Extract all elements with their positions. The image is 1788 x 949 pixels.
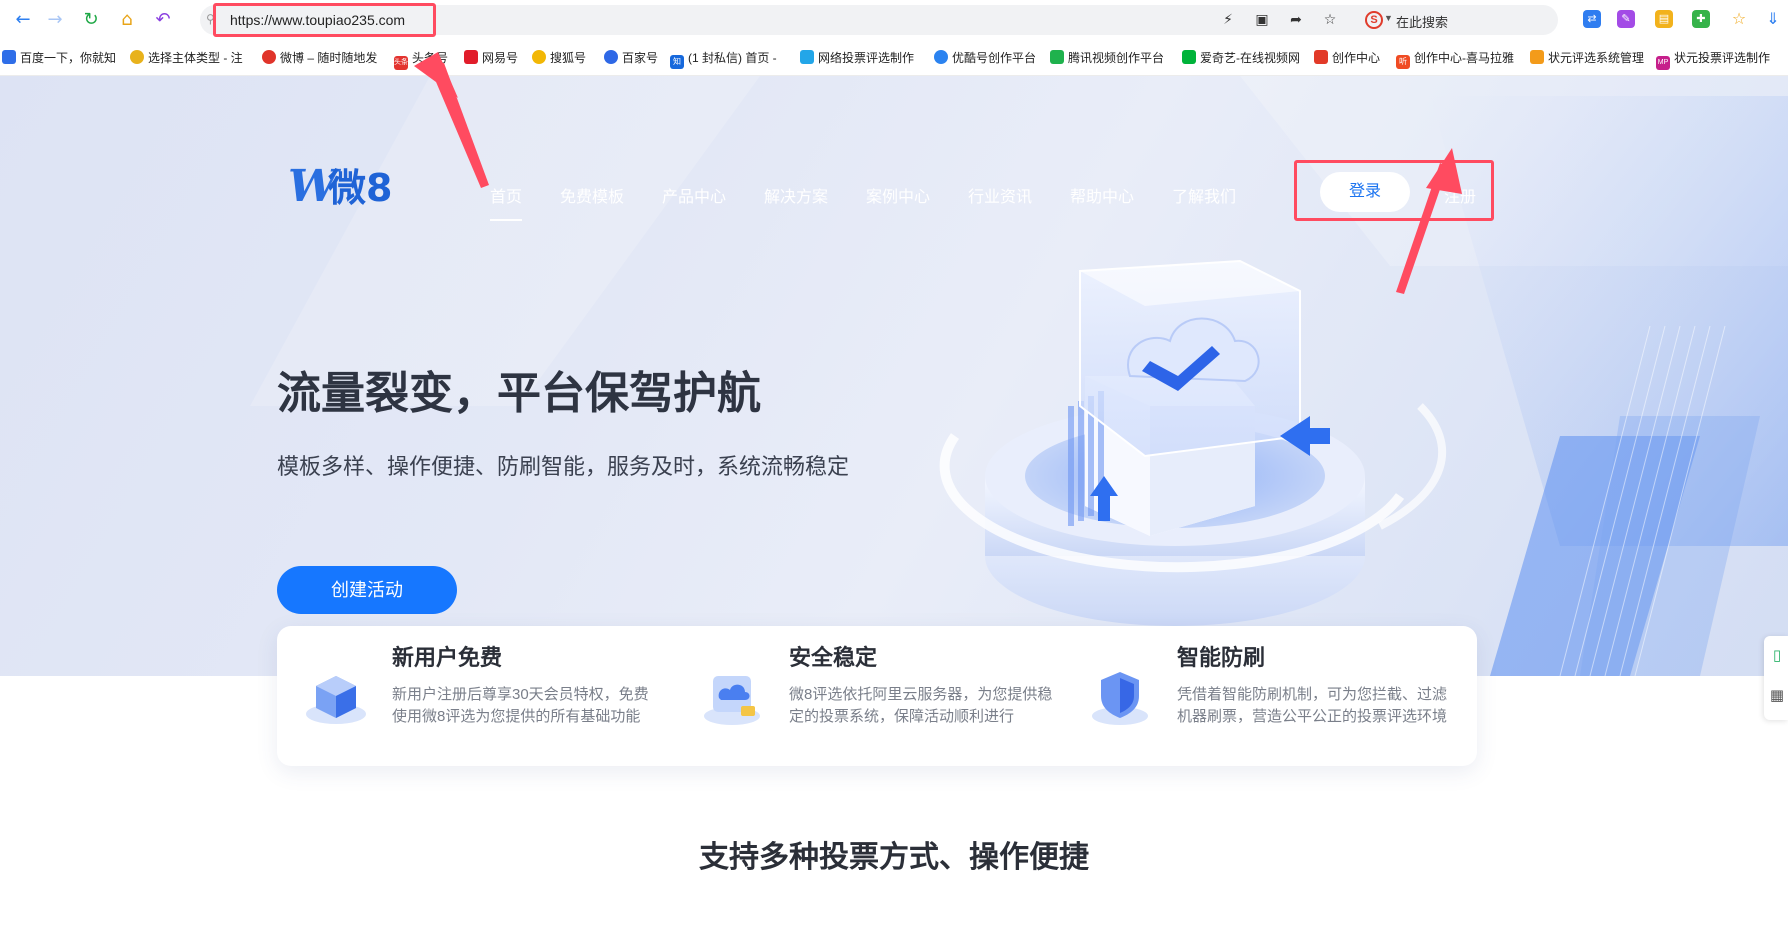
hero-subtitle: 模板多样、操作便捷、防刷智能，服务及时，系统流畅稳定: [277, 454, 850, 479]
bookmark-item[interactable]: MP 状元投票评选制作: [1656, 50, 1770, 70]
mp-icon: MP: [1656, 56, 1670, 70]
weibo-icon: [262, 50, 276, 64]
bookmark-item[interactable]: 头条 头条号: [394, 50, 448, 70]
youku-icon: [934, 50, 948, 64]
bookmark-item[interactable]: 网易号: [464, 50, 518, 66]
share-icon[interactable]: ➦: [1286, 10, 1306, 30]
nav-item-templates[interactable]: 免费模板: [560, 183, 624, 207]
bookmark-item[interactable]: 百度一下，你就知: [2, 50, 116, 66]
bookmark-item[interactable]: 状元评选系统管理: [1530, 50, 1644, 66]
feature-desc: 新用户注册后尊享30天会员特权，免费使用微8评选为您提供的所有基础功能: [392, 686, 649, 725]
box-icon: [1530, 50, 1544, 64]
folder-icon[interactable]: ▤: [1655, 10, 1673, 28]
bilibili-icon: [800, 50, 814, 64]
shield-check-icon: [1092, 672, 1148, 725]
bookmark-item[interactable]: 知 (1 封私信) 首页 -: [670, 50, 777, 69]
bookmark-item[interactable]: 创作中心: [1314, 50, 1380, 66]
toutiao-icon: 头条: [394, 56, 408, 70]
tablet-icon[interactable]: ▯: [1768, 646, 1786, 664]
baijia-icon: [604, 50, 618, 64]
undo-icon[interactable]: ↶: [152, 9, 174, 31]
lightning-icon[interactable]: ⚡: [1218, 10, 1238, 30]
nav-active-indicator: [490, 219, 522, 221]
netease-icon: [464, 50, 478, 64]
search-engine-icon[interactable]: S: [1365, 11, 1383, 29]
cloud-shield-icon: [704, 676, 760, 725]
floating-side-widget: ▯ ▦: [1764, 636, 1788, 720]
logo-text: 微8: [328, 166, 393, 210]
nav-item-solutions[interactable]: 解决方案: [764, 183, 828, 207]
site-logo[interactable]: W 微8: [288, 164, 398, 211]
bookmark-item[interactable]: 爱奇艺-在线视频网: [1182, 50, 1300, 66]
zhihu-icon: 知: [670, 55, 684, 69]
forward-arrow-icon[interactable]: →: [44, 9, 66, 31]
star-outline-icon[interactable]: ☆: [1320, 10, 1340, 30]
ximalaya-icon: 听: [1396, 55, 1410, 69]
bookmark-item[interactable]: 微博 – 随时随地发: [262, 50, 377, 66]
tencent-video-icon: [1050, 50, 1064, 64]
bookmark-item[interactable]: 网络投票评选制作: [800, 50, 914, 66]
bookmarks-bar: 百度一下，你就知 选择主体类型 - 注 微博 – 随时随地发 头条 头条号 网易号…: [0, 40, 1788, 76]
star-icon[interactable]: ☆: [1730, 10, 1748, 28]
bookmark-item[interactable]: 选择主体类型 - 注: [130, 50, 243, 66]
feature-desc: 凭借着智能防刷机制，可为您拦截、过滤机器刷票，营造公平公正的投票评选环境: [1177, 686, 1448, 725]
search-box[interactable]: 在此搜索: [1396, 12, 1448, 31]
browser-window: ← → ↻ ⌂ ↶ ⚲ https://www.toupiao235.com ⚡…: [0, 0, 1788, 949]
hero-illustration: [250, 76, 1788, 676]
qrcode-icon[interactable]: ▦: [1768, 686, 1786, 704]
feature-desc: 微8评选依托阿里云服务器，为您提供稳定的投票系统，保障活动顺利进行: [789, 686, 1053, 725]
bookmark-item[interactable]: 听创作中心-喜马拉雅: [1396, 50, 1514, 69]
bookmark-item[interactable]: 百家号: [604, 50, 658, 66]
translate-icon[interactable]: ⇄: [1583, 10, 1601, 28]
feature-title: 安全稳定: [789, 645, 878, 670]
hero-section: W 微8 首页 免费模板 产品中心 解决方案 案例中心 行业资讯 帮助中心 了解…: [0, 76, 1788, 676]
nav-item-home[interactable]: 首页: [490, 183, 522, 207]
nav-item-help[interactable]: 帮助中心: [1070, 183, 1134, 207]
iqiyi-icon: [1182, 50, 1196, 64]
nav-item-about[interactable]: 了解我们: [1172, 183, 1236, 207]
url-annotation-box: [213, 3, 436, 37]
download-icon[interactable]: ⇓: [1764, 10, 1782, 28]
create-activity-button[interactable]: 创建活动: [277, 566, 457, 614]
bell-icon: [130, 50, 144, 64]
cube-stack-icon: [306, 676, 366, 724]
hero-title: 流量裂变，平台保驾护航: [277, 369, 761, 418]
section-title: 支持多种投票方式、操作便捷: [699, 841, 1089, 874]
feature-title: 新用户免费: [392, 645, 503, 670]
feature-title: 智能防刷: [1177, 645, 1266, 670]
back-arrow-icon[interactable]: ←: [12, 9, 34, 31]
sohu-icon: [532, 50, 546, 64]
home-icon[interactable]: ⌂: [116, 9, 138, 31]
bookmark-item[interactable]: 搜狐号: [532, 50, 586, 66]
auth-annotation-box: [1294, 160, 1494, 221]
browser-toolbar: ← → ↻ ⌂ ↶ ⚲ https://www.toupiao235.com ⚡…: [0, 0, 1788, 40]
bookmark-item[interactable]: 优酷号创作平台: [934, 50, 1036, 66]
refresh-icon[interactable]: ↻: [80, 9, 102, 31]
nav-item-products[interactable]: 产品中心: [662, 183, 726, 207]
nav-item-cases[interactable]: 案例中心: [866, 183, 930, 207]
feature-card: 新用户免费 新用户注册后尊享30天会员特权，免费使用微8评选为您提供的所有基础功…: [277, 626, 1477, 766]
puzzle-icon[interactable]: ✚: [1692, 10, 1710, 28]
creator-icon: [1314, 50, 1328, 64]
chevron-down-icon[interactable]: ▼: [1384, 13, 1393, 23]
bookmark-item[interactable]: 腾讯视频创作平台: [1050, 50, 1164, 66]
baidu-icon: [2, 50, 16, 64]
edit-icon[interactable]: ✎: [1617, 10, 1635, 28]
nav-item-news[interactable]: 行业资讯: [968, 183, 1032, 207]
screenshot-icon[interactable]: ▣: [1252, 10, 1272, 30]
